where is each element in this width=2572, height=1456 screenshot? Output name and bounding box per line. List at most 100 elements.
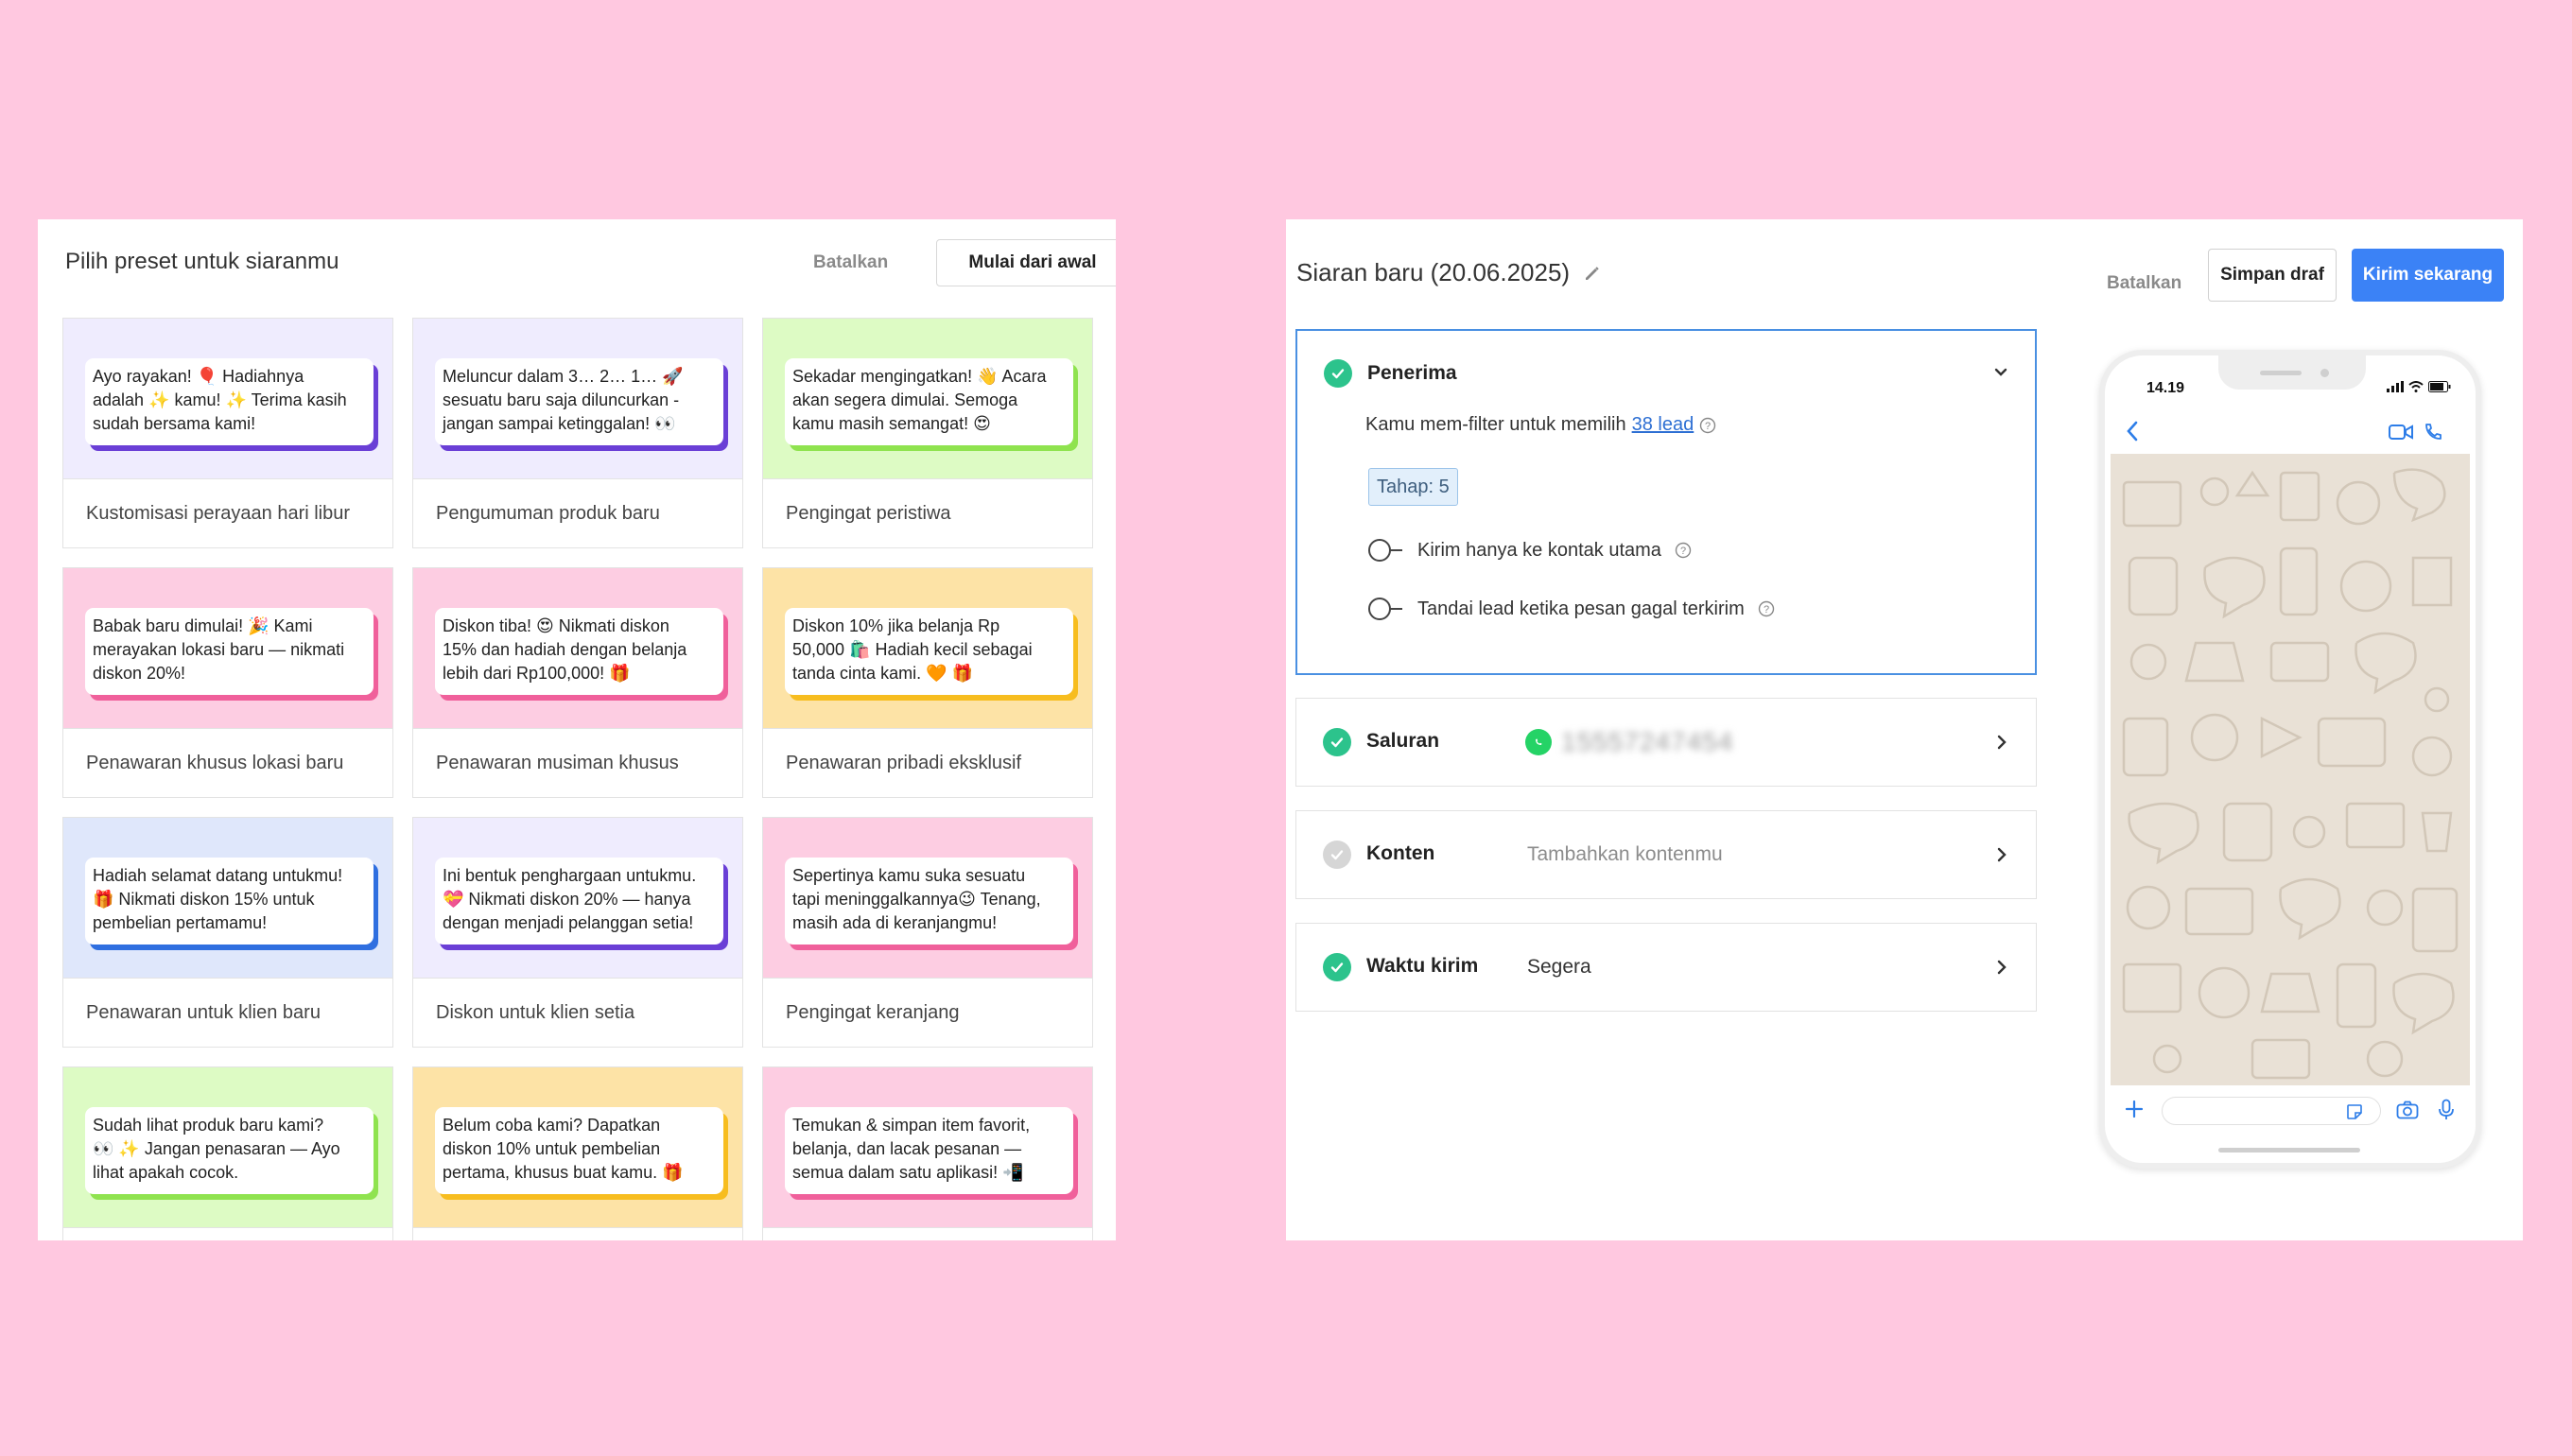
preset-preview: Sudah lihat produk baru kami? 👀 ✨ Jangan…	[63, 1067, 392, 1227]
stage-filter-chip[interactable]: Tahap: 5	[1368, 468, 1458, 506]
content-section[interactable]: Konten Tambahkan kontenmu	[1295, 810, 2037, 899]
sticker-icon[interactable]	[2346, 1103, 2363, 1125]
whatsapp-icon	[1525, 729, 1552, 755]
mark-failed-toggle[interactable]	[1368, 597, 1404, 621]
chevron-down-icon[interactable]	[1991, 363, 2010, 387]
preset-message-bubble: Ayo rayakan! 🎈 Hadiahnya adalah ✨ kamu! …	[85, 358, 374, 445]
recipients-section: Penerima Kamu mem-filter untuk memilih 3…	[1295, 329, 2037, 675]
pencil-icon[interactable]	[1583, 264, 1602, 283]
preset-message-bubble: Sepertinya kamu suka sesuatu tapi mening…	[785, 858, 1073, 945]
preset-card-label: Penawaran pribadi eksklusif	[763, 728, 1092, 797]
filter-prefix: Kamu mem-filter untuk memilih	[1365, 414, 1626, 435]
preset-card[interactable]: Sudah lihat produk baru kami? 👀 ✨ Jangan…	[62, 1066, 393, 1240]
preset-card[interactable]: Temukan & simpan item favorit, belanja, …	[762, 1066, 1093, 1240]
broadcast-title: Siaran baru (20.06.2025)	[1296, 258, 1571, 286]
help-icon[interactable]: ?	[1699, 417, 1716, 434]
preset-message-bubble: Ini bentuk penghargaan untukmu. 💝 Nikmat…	[435, 858, 723, 945]
camera-icon[interactable]	[2396, 1101, 2419, 1124]
wifi-icon	[2408, 380, 2424, 397]
preset-message-bubble: Diskon tiba! 😍 Nikmati diskon 15% dan ha…	[435, 608, 723, 695]
broadcast-title-row: Siaran baru (20.06.2025)	[1296, 258, 1602, 287]
preset-card-label	[413, 1227, 742, 1240]
preset-card-label	[63, 1227, 392, 1240]
channel-title: Saluran	[1366, 730, 1440, 752]
preset-message-bubble: Babak baru dimulai! 🎉 Kami merayakan lok…	[85, 608, 374, 695]
preset-card[interactable]: Babak baru dimulai! 🎉 Kami merayakan lok…	[62, 567, 393, 798]
phone-preview: 14.19	[2099, 350, 2481, 1169]
preset-preview: Babak baru dimulai! 🎉 Kami merayakan lok…	[63, 568, 392, 728]
preset-card-label: Diskon untuk klien setia	[413, 978, 742, 1047]
chevron-right-icon[interactable]	[1992, 733, 2011, 756]
send-time-value: Segera	[1527, 956, 1591, 978]
preset-card-label: Penawaran khusus lokasi baru	[63, 728, 392, 797]
preset-grid: Ayo rayakan! 🎈 Hadiahnya adalah ✨ kamu! …	[62, 318, 1093, 1240]
save-draft-button[interactable]: Simpan draf	[2208, 249, 2337, 302]
broadcast-panel: Siaran baru (20.06.2025) Batalkan Simpan…	[1286, 219, 2523, 1240]
main-contact-toggle[interactable]	[1368, 538, 1404, 563]
preset-preview: Hadiah selamat datang untukmu! 🎁 Nikmati…	[63, 818, 392, 978]
signal-icon	[2387, 380, 2404, 397]
preset-preview: Ayo rayakan! 🎈 Hadiahnya adalah ✨ kamu! …	[63, 319, 392, 478]
preset-preview: Meluncur dalam 3… 2… 1… 🚀 sesuatu baru s…	[413, 319, 742, 478]
microphone-icon[interactable]	[2438, 1099, 2455, 1126]
preset-message-bubble: Meluncur dalam 3… 2… 1… 🚀 sesuatu baru s…	[435, 358, 723, 445]
chevron-right-icon[interactable]	[1992, 845, 2011, 869]
preset-message-bubble: Sekadar mengingatkan! 👋 Acara akan seger…	[785, 358, 1073, 445]
start-blank-button[interactable]: Mulai dari awal	[936, 239, 1116, 286]
preset-card[interactable]: Hadiah selamat datang untukmu! 🎁 Nikmati…	[62, 817, 393, 1048]
preset-panel-title: Pilih preset untuk siaranmu	[65, 249, 339, 274]
preset-message-bubble: Sudah lihat produk baru kami? 👀 ✨ Jangan…	[85, 1107, 374, 1194]
help-icon[interactable]: ?	[1758, 600, 1775, 617]
preset-preview: Diskon tiba! 😍 Nikmati diskon 15% dan ha…	[413, 568, 742, 728]
preset-card-label: Pengingat keranjang	[763, 978, 1092, 1047]
main-contact-toggle-label: Kirim hanya ke kontak utama	[1417, 539, 1661, 561]
preset-preview: Ini bentuk penghargaan untukmu. 💝 Nikmat…	[413, 818, 742, 978]
back-icon[interactable]	[2124, 420, 2141, 447]
phone-status-icons	[2387, 380, 2451, 397]
chat-wallpaper	[2111, 454, 2470, 1085]
phone-call-icon[interactable]	[2423, 422, 2443, 447]
check-done-icon	[1323, 953, 1351, 981]
preset-card-label: Pengingat peristiwa	[763, 478, 1092, 547]
preset-message-bubble: Temukan & simpan item favorit, belanja, …	[785, 1107, 1073, 1194]
message-input[interactable]	[2162, 1097, 2381, 1125]
preset-card-label: Penawaran untuk klien baru	[63, 978, 392, 1047]
channel-section[interactable]: Saluran 15557247454	[1295, 698, 2037, 787]
preset-panel: Pilih preset untuk siaranmu Batalkan Mul…	[38, 219, 1116, 1240]
preset-card[interactable]: Diskon 10% jika belanja Rp 50,000 🛍️ Had…	[762, 567, 1093, 798]
preset-message-bubble: Belum coba kami? Dapatkan diskon 10% unt…	[435, 1107, 723, 1194]
svg-text:?: ?	[1764, 604, 1769, 615]
mark-failed-toggle-row: Tandai lead ketika pesan gagal terkirim …	[1368, 597, 1775, 621]
help-icon[interactable]: ?	[1675, 542, 1692, 559]
preset-preview: Temukan & simpan item favorit, belanja, …	[763, 1067, 1092, 1227]
chevron-right-icon[interactable]	[1992, 958, 2011, 981]
plus-icon[interactable]	[2124, 1099, 2145, 1124]
preset-card[interactable]: Meluncur dalam 3… 2… 1… 🚀 sesuatu baru s…	[412, 318, 743, 548]
recipients-title: Penerima	[1367, 362, 1457, 384]
broadcast-cancel-button[interactable]: Batalkan	[2107, 257, 2181, 310]
svg-text:?: ?	[1705, 421, 1711, 432]
preset-cancel-button[interactable]: Batalkan	[813, 240, 888, 286]
preset-card[interactable]: Ayo rayakan! 🎈 Hadiahnya adalah ✨ kamu! …	[62, 318, 393, 548]
preset-card[interactable]: Diskon tiba! 😍 Nikmati diskon 15% dan ha…	[412, 567, 743, 798]
preset-preview: Sekadar mengingatkan! 👋 Acara akan seger…	[763, 319, 1092, 478]
check-done-icon	[1324, 359, 1352, 388]
lead-count-link[interactable]: 38 lead	[1632, 414, 1694, 436]
preset-card[interactable]: Sekadar mengingatkan! 👋 Acara akan seger…	[762, 318, 1093, 548]
content-title: Konten	[1366, 842, 1435, 864]
preset-preview: Belum coba kami? Dapatkan diskon 10% unt…	[413, 1067, 742, 1227]
svg-text:?: ?	[1680, 546, 1686, 557]
preset-message-bubble: Hadiah selamat datang untukmu! 🎁 Nikmati…	[85, 858, 374, 945]
chat-header	[2111, 412, 2470, 454]
preset-card[interactable]: Belum coba kami? Dapatkan diskon 10% unt…	[412, 1066, 743, 1240]
send-time-section[interactable]: Waktu kirim Segera	[1295, 923, 2037, 1012]
preset-card[interactable]: Sepertinya kamu suka sesuatu tapi mening…	[762, 817, 1093, 1048]
preset-card[interactable]: Ini bentuk penghargaan untukmu. 💝 Nikmat…	[412, 817, 743, 1048]
send-time-title: Waktu kirim	[1366, 955, 1479, 977]
video-call-icon[interactable]	[2389, 424, 2413, 445]
preset-card-label: Kustomisasi perayaan hari libur	[63, 478, 392, 547]
send-now-button[interactable]: Kirim sekarang	[2352, 249, 2504, 302]
phone-time: 14.19	[2146, 380, 2185, 396]
preset-preview: Sepertinya kamu suka sesuatu tapi mening…	[763, 818, 1092, 978]
home-indicator	[2218, 1148, 2360, 1153]
